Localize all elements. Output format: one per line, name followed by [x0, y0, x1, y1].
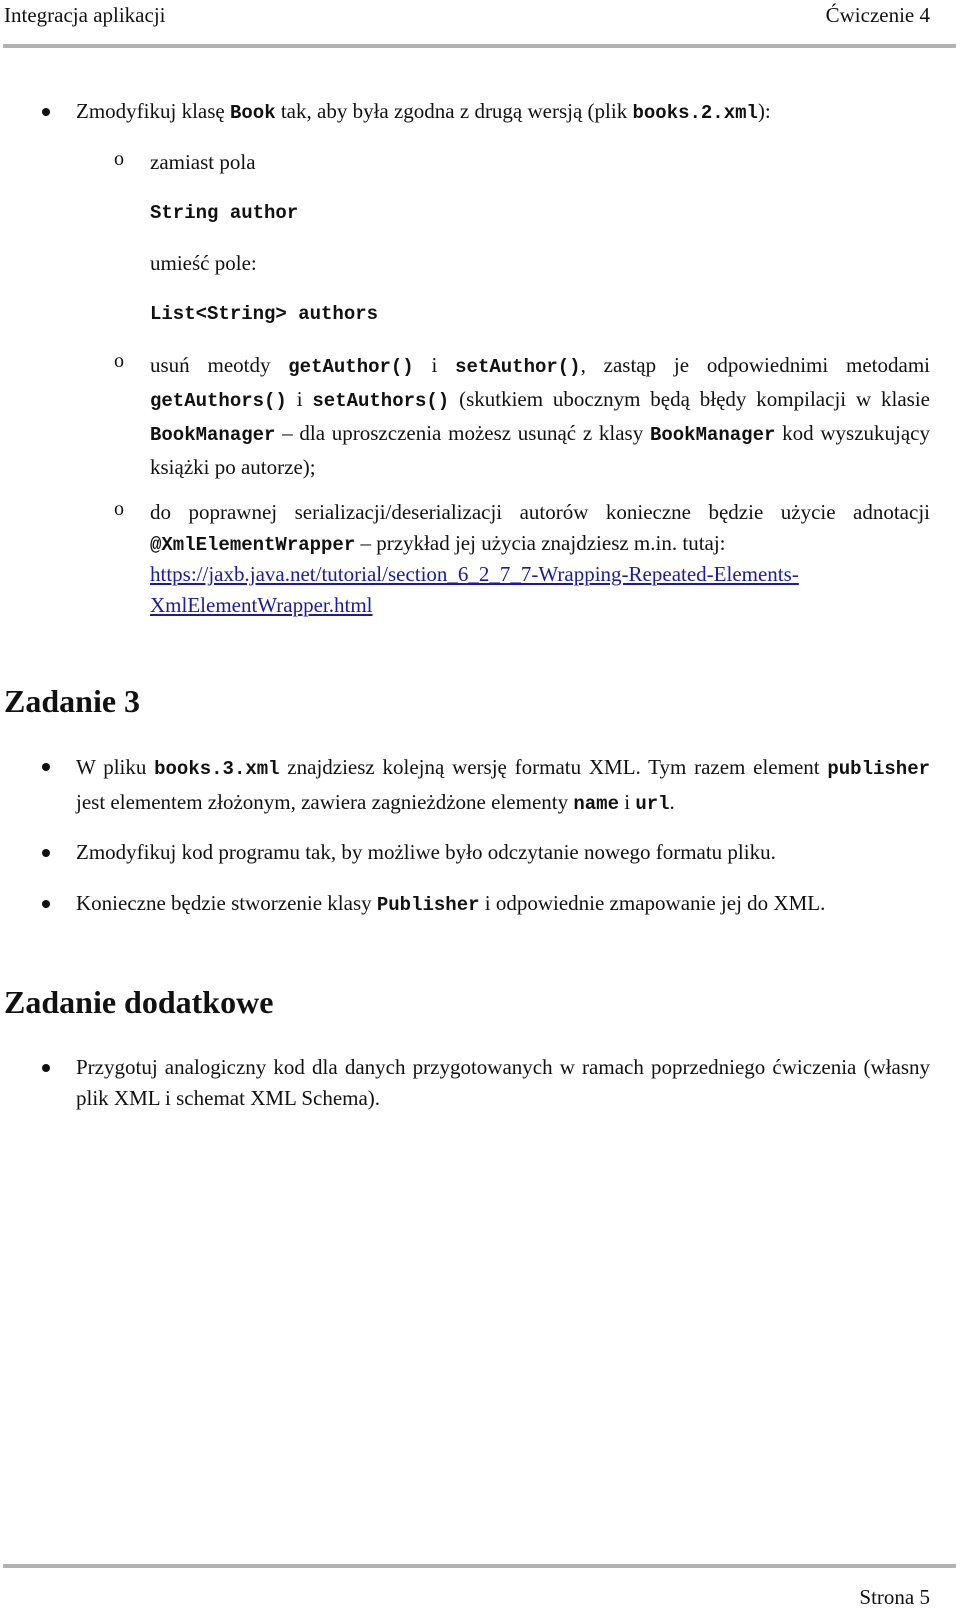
page-header: Integracja aplikacji Ćwiczenie 4: [4, 3, 930, 33]
list-item-publisher-class: Konieczne będzie stworzenie klasy Publis…: [76, 891, 826, 916]
footer-rule: [3, 1564, 956, 1568]
circle-bullet-icon: o: [114, 498, 124, 520]
code-book: Book: [229, 102, 276, 124]
circle-bullet-icon: o: [114, 350, 124, 372]
page-number: Strona 5: [859, 1585, 930, 1609]
sublist-item-methods: usuń meotdy getAuthor() i setAuthor(), z…: [150, 353, 930, 479]
sublist-item-text: zamiast pola: [150, 150, 256, 174]
list-item-books3: W pliku books.3.xml znajdziesz kolejną w…: [76, 755, 930, 815]
list-item-modify-code: Zmodyfikuj kod programu tak, by możliwe …: [76, 840, 776, 864]
bullet-icon: [42, 900, 50, 908]
list-item-modify-book: Zmodyfikuj klasę Book tak, aby była zgod…: [76, 99, 771, 124]
code-list-authors: List<String> authors: [150, 303, 379, 325]
tutorial-link[interactable]: https://jaxb.java.net/tutorial/section_6…: [150, 562, 799, 617]
code-books2-xml: books.2.xml: [632, 102, 758, 124]
sublist-item-text2: umieść pole:: [150, 251, 257, 275]
sublist-item-wrapper: do poprawnej serializacji/deserializacji…: [150, 500, 930, 556]
bullet-icon: [42, 849, 50, 857]
header-course-title: Integracja aplikacji: [4, 3, 166, 27]
code-string-author: String author: [150, 202, 299, 224]
circle-bullet-icon: o: [114, 148, 124, 170]
tutorial-link-wrap: https://jaxb.java.net/tutorial/section_6…: [150, 559, 940, 621]
list-item-extra-task: Przygotuj analogiczny kod dla danych prz…: [76, 1055, 930, 1110]
heading-zadanie-3: Zadanie 3: [4, 683, 141, 719]
bullet-icon: [42, 763, 50, 771]
bullet-icon: [42, 1064, 50, 1072]
header-exercise-number: Ćwiczenie 4: [825, 3, 930, 27]
heading-zadanie-dodatkowe: Zadanie dodatkowe: [4, 984, 274, 1020]
header-rule: [3, 44, 956, 48]
bullet-icon: [42, 108, 50, 116]
